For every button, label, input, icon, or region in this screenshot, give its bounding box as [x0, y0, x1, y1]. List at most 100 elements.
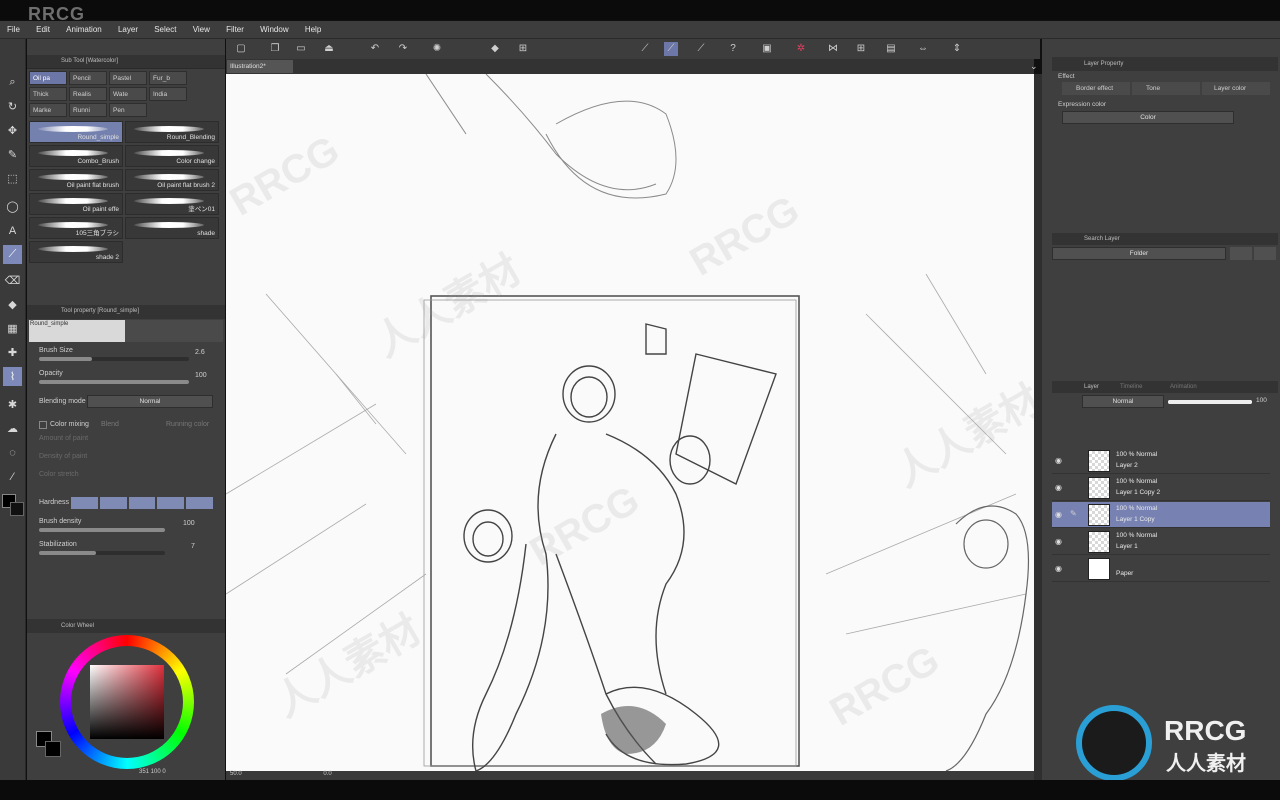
ruler-icon[interactable]: ⟋ [638, 42, 652, 56]
watercolor-icon[interactable]: ⌇ [3, 367, 22, 386]
search-filter-icon[interactable] [1230, 247, 1252, 260]
line-icon[interactable]: ⟋ [694, 42, 708, 56]
color-wheel[interactable] [60, 635, 194, 769]
layer-row[interactable]: ◉ 100 % Normal Layer 1 Copy 2 [1052, 475, 1270, 501]
subtool-tab[interactable]: Runni [69, 103, 107, 117]
flip-horizontal-icon[interactable]: ⇔ [916, 42, 930, 56]
opacity-slider[interactable] [39, 380, 189, 384]
subtool-tab[interactable]: Pencil [69, 71, 107, 85]
blend-option[interactable]: Blend [101, 421, 119, 428]
drawing-canvas[interactable]: RRCG 人人素材 RRCG 人人素材 RRCG 人人素材 RRCG [226, 74, 1034, 771]
menu-file[interactable]: File [0, 21, 27, 39]
move-icon[interactable]: ✥ [3, 121, 22, 140]
brush-item[interactable]: Color change [125, 145, 219, 167]
lasso-icon[interactable]: ◌ [3, 443, 22, 462]
brush-density-slider[interactable] [39, 528, 165, 532]
running-color-option[interactable]: Running color [166, 421, 209, 428]
subtool-tab[interactable]: Marke [29, 103, 67, 117]
blend-icon[interactable]: ☁ [3, 419, 22, 438]
gradient-icon[interactable]: ▦ [3, 319, 22, 338]
copy-icon[interactable]: ❐ [268, 42, 282, 56]
subtool-tab[interactable]: Pastel [109, 71, 147, 85]
menu-window[interactable]: Window [253, 21, 295, 39]
redo-icon[interactable]: ↷ [396, 42, 410, 56]
menu-view[interactable]: View [186, 21, 217, 39]
menu-help[interactable]: Help [298, 21, 328, 39]
transform-icon[interactable]: ⊞ [516, 42, 530, 56]
eye-icon[interactable]: ◉ [1055, 483, 1062, 492]
zoom-icon[interactable]: ⌕ [3, 73, 22, 92]
color-square[interactable] [90, 665, 164, 739]
search-option-icon[interactable] [1254, 247, 1276, 260]
pen-tool-icon[interactable]: ✎ [3, 145, 22, 164]
subtool-tab[interactable]: Thick [29, 87, 67, 101]
hardness-selector[interactable] [71, 497, 213, 509]
sub-color-swatch[interactable] [10, 502, 24, 516]
eye-icon[interactable]: ◉ [1055, 564, 1062, 573]
brush-item[interactable]: shade 2 [29, 241, 123, 263]
ellipse-icon[interactable]: ◯ [3, 197, 22, 216]
border-effect-button[interactable]: Border effect [1062, 82, 1130, 95]
brush-item[interactable]: Oil paint effe [29, 193, 123, 215]
menu-filter[interactable]: Filter [219, 21, 251, 39]
new-file-icon[interactable]: ▢ [234, 42, 248, 56]
brush-size-slider[interactable] [39, 357, 189, 361]
canvas-scrollbar[interactable] [1034, 74, 1042, 780]
layer-blend-select[interactable]: Normal [1082, 395, 1164, 408]
eye-icon[interactable]: ◉ [1055, 537, 1062, 546]
brush-item[interactable]: Round_simple [29, 121, 123, 143]
layer-row[interactable]: ◉ 100 % Normal Layer 1 [1052, 529, 1270, 555]
eyedropper-icon[interactable]: ⁄ [3, 467, 22, 486]
folder-select[interactable]: Folder [1052, 247, 1226, 260]
fill-icon[interactable]: ◆ [3, 295, 22, 314]
brush-item[interactable]: shade [125, 217, 219, 239]
rotation-readout[interactable]: 0.0 [323, 771, 331, 777]
brush-item[interactable]: 塗ペン01 [125, 193, 219, 215]
open-icon[interactable]: ▭ [294, 42, 308, 56]
subtool-tab[interactable]: Pen [109, 103, 147, 117]
opacity-value[interactable]: 100 [195, 372, 207, 379]
layer-opacity-slider[interactable] [1168, 400, 1252, 404]
layer-color-button[interactable]: Layer color [1202, 82, 1270, 95]
blending-select[interactable]: Normal [87, 395, 213, 408]
save-icon[interactable]: ⏏ [322, 42, 336, 56]
subtool-tab[interactable]: Realis [69, 87, 107, 101]
stabilization-value[interactable]: 7 [191, 543, 195, 550]
subtool-tab[interactable]: Oil pa [29, 71, 67, 85]
subtool-tab[interactable]: India [149, 87, 187, 101]
decoration-icon[interactable]: ✱ [3, 395, 22, 414]
brush-tool-icon[interactable]: ⟋ [3, 245, 22, 264]
fill-command-icon[interactable]: ◆ [488, 42, 502, 56]
undo-icon[interactable]: ↶ [368, 42, 382, 56]
brush-item[interactable]: Round_Blending [125, 121, 219, 143]
layer-row-active[interactable]: ◉ ✎ 100 % Normal Layer 1 Copy [1052, 502, 1270, 528]
eye-icon[interactable]: ◉ [1055, 456, 1062, 465]
layer-opacity-value[interactable]: 100 [1256, 397, 1267, 404]
brush-item[interactable]: 105三角ブラシ [29, 217, 123, 239]
rotate-icon[interactable]: ↻ [3, 97, 22, 116]
flip-icon[interactable]: ⋈ [826, 42, 840, 56]
menu-layer[interactable]: Layer [111, 21, 145, 39]
select-icon[interactable]: ⬚ [3, 169, 22, 188]
menu-animation[interactable]: Animation [59, 21, 109, 39]
brush-density-value[interactable]: 100 [183, 520, 195, 527]
layer-row[interactable]: ◉ 100 % Normal Layer 2 [1052, 448, 1270, 474]
text-icon[interactable]: A [3, 221, 22, 240]
tab-timeline[interactable]: Timeline [1120, 384, 1142, 390]
help-icon[interactable]: ? [726, 42, 740, 56]
layer-row[interactable]: ◉ Paper [1052, 556, 1270, 582]
grid-icon[interactable]: ⊞ [854, 42, 868, 56]
stabilization-slider[interactable] [39, 551, 165, 555]
pen-pressure-icon[interactable]: ⟋ [664, 42, 678, 56]
loading-icon[interactable]: ✺ [430, 42, 444, 56]
menu-select[interactable]: Select [147, 21, 183, 39]
brush-item[interactable]: Combo_Brush [29, 145, 123, 167]
tab-layer[interactable]: Layer [1084, 384, 1099, 390]
eraser-icon[interactable]: ⌫ [3, 271, 22, 290]
zoom-readout[interactable]: 50.0 [230, 771, 242, 777]
subtool-tab[interactable]: Wate [109, 87, 147, 101]
eye-icon[interactable]: ◉ [1055, 510, 1062, 519]
tab-menu-chevron-icon[interactable]: ⌄ [1030, 61, 1038, 72]
document-tab[interactable]: Illustration2* [227, 60, 293, 73]
brush-item[interactable]: Oil paint flat brush 2 [125, 169, 219, 191]
